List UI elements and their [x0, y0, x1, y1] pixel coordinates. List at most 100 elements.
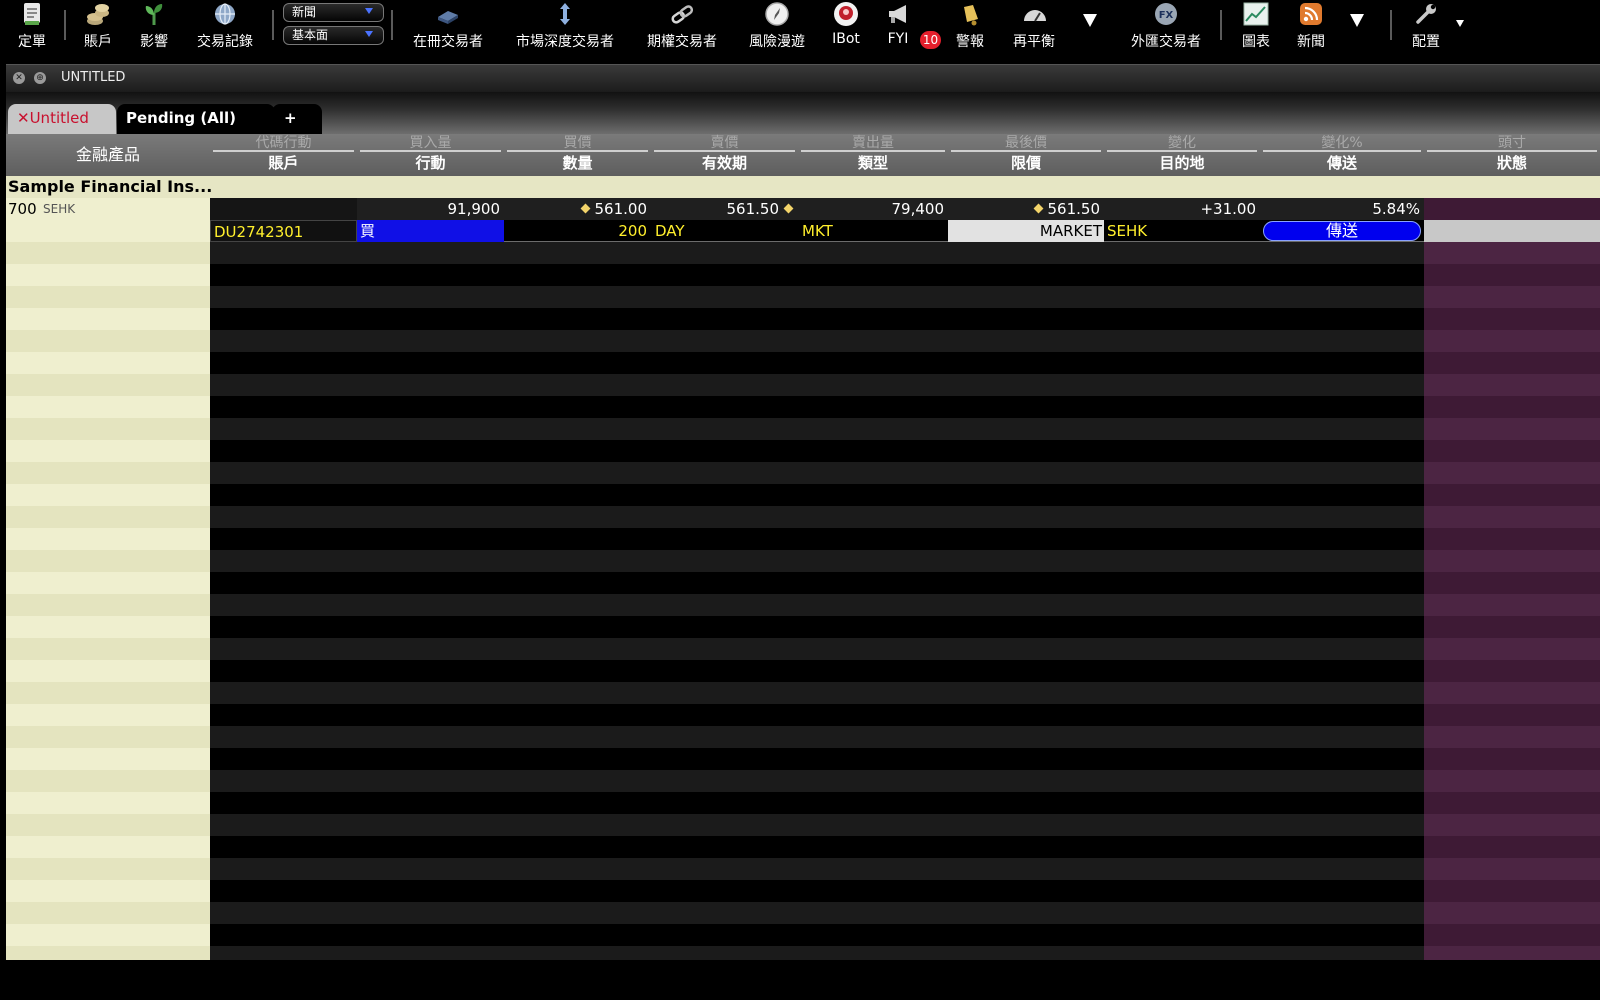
up-down-arrows-icon	[552, 1, 578, 27]
bid-value: 561.00	[594, 200, 648, 218]
account-label: 賬戶	[84, 34, 112, 50]
limit-price-field[interactable]: MARKET	[948, 220, 1104, 242]
option-trader-label: 期權交易者	[647, 34, 717, 50]
rebalance-button[interactable]: 再平衡	[1008, 0, 1060, 52]
risk-navigator-button[interactable]: 風險漫遊	[744, 0, 810, 52]
column-header-status[interactable]: 頭寸 狀態	[1424, 134, 1600, 176]
destination-select[interactable]: SEHK	[1104, 220, 1260, 242]
quote-row[interactable]: 700 SEHK 91,900 561.00 561.50 79,400 561…	[6, 198, 1600, 220]
last-value: 561.50	[1047, 200, 1101, 218]
ibot-button[interactable]: IBot	[826, 0, 866, 52]
charts-button[interactable]: 圖表	[1238, 0, 1274, 52]
book-trader-button[interactable]: 在冊交易者	[408, 0, 488, 52]
ask-value: 561.50	[726, 200, 780, 218]
fyi-count-badge: 10	[920, 31, 941, 49]
depth-trader-button[interactable]: 市場深度交易者	[510, 0, 620, 52]
status-bar	[0, 960, 1600, 1000]
bid-cell: 561.00	[504, 198, 651, 220]
fx-trader-button[interactable]: FX 外匯交易者	[1126, 0, 1206, 52]
column-header-limit[interactable]: 最後價 限價	[948, 134, 1104, 176]
column-header-bottom: 限價	[1010, 154, 1041, 172]
order-entry-button[interactable]: 定單	[14, 0, 50, 52]
action-select[interactable]: 買	[357, 220, 504, 242]
risk-navigator-label: 風險漫遊	[749, 34, 805, 50]
configure-dropdown-icon[interactable]	[1456, 20, 1464, 27]
column-header-tif[interactable]: 賣價 有效期	[651, 134, 798, 176]
tab-pending[interactable]: Pending (All)	[117, 104, 275, 134]
trade-log-button[interactable]: 交易記錄	[192, 0, 258, 52]
impact-label: 影響	[140, 34, 168, 50]
group-header-row[interactable]: Sample Financial Ins...	[6, 176, 1600, 198]
chevron-down-icon	[365, 8, 373, 14]
plus-icon: +	[284, 109, 297, 127]
toolbar-divider	[391, 10, 393, 40]
column-header-top: 頭寸	[1427, 134, 1597, 152]
news-label: 新聞	[1297, 34, 1325, 50]
rebalance-label: 再平衡	[1013, 34, 1055, 50]
configure-button[interactable]: 配置	[1408, 0, 1444, 52]
detach-window-icon[interactable]: ⊕	[34, 72, 46, 84]
toolbar-divider	[64, 10, 66, 40]
window-title-bar: ✕ ⊕ UNTITLED	[6, 64, 1600, 92]
quantity-field[interactable]: 200	[504, 220, 651, 242]
news-select[interactable]: 新聞	[283, 3, 384, 22]
column-header-account[interactable]: 代碼行動 賬戶	[210, 134, 357, 176]
add-tab-button[interactable]: +	[272, 104, 322, 134]
fyi-button[interactable]: FYI	[880, 0, 916, 52]
tif-select[interactable]: DAY	[651, 220, 798, 242]
column-header-top: 變化%	[1263, 134, 1421, 152]
column-header-transmit[interactable]: 變化% 傳送	[1260, 134, 1424, 176]
column-header-top: 變化	[1107, 134, 1257, 152]
more-tools-dropdown-icon[interactable]	[1083, 14, 1097, 27]
grid-striped-rows	[210, 176, 1424, 960]
product-cell[interactable]: 700 SEHK	[6, 198, 210, 220]
window-title: UNTITLED	[61, 70, 126, 85]
fundamentals-select[interactable]: 基本面	[283, 26, 384, 45]
order-type-select[interactable]: MKT	[798, 220, 948, 242]
order-product-cell	[6, 220, 210, 242]
column-header-destination[interactable]: 變化 目的地	[1104, 134, 1260, 176]
impact-button[interactable]: 影響	[136, 0, 172, 52]
tab-pending-label: Pending (All)	[126, 109, 236, 127]
toolbar-divider	[272, 10, 274, 40]
configure-label: 配置	[1412, 34, 1440, 50]
change-cell: +31.00	[1104, 198, 1260, 220]
order-row[interactable]: DU2742301 買 200 DAY MKT MARKET SEHK 傳送	[6, 220, 1600, 242]
account-field[interactable]: DU2742301	[210, 220, 357, 242]
book-icon	[435, 1, 461, 27]
charts-label: 圖表	[1242, 34, 1270, 50]
bid-size-cell: 91,900	[357, 198, 504, 220]
order-status-cell	[1424, 220, 1600, 242]
tab-untitled[interactable]: ✕Untitled	[8, 104, 116, 134]
column-header-top: 賣出量	[801, 134, 945, 152]
fx-trader-label: 外匯交易者	[1131, 34, 1201, 50]
toolbar-divider	[1220, 10, 1222, 40]
fyi-label: FYI	[887, 31, 909, 47]
column-header-type[interactable]: 賣出量 類型	[798, 134, 948, 176]
exchange: SEHK	[43, 202, 76, 216]
tab-close-icon[interactable]: ✕	[17, 109, 30, 127]
order-grid[interactable]: Sample Financial Ins... 700 SEHK 91,900 …	[6, 176, 1600, 960]
order-ticket-icon	[19, 1, 45, 27]
column-header-top: 買入量	[360, 134, 501, 152]
depth-trader-label: 市場深度交易者	[516, 34, 614, 50]
status-column-background	[1424, 176, 1600, 960]
column-header-product[interactable]: 金融產品	[6, 134, 210, 176]
globe-icon	[212, 1, 238, 27]
news-button[interactable]: 新聞	[1293, 0, 1329, 52]
alerts-button[interactable]: 警報	[952, 0, 988, 52]
option-trader-button[interactable]: 期權交易者	[642, 0, 722, 52]
column-header-top: 買價	[507, 134, 648, 152]
column-header-action[interactable]: 買入量 行動	[357, 134, 504, 176]
transmit-button[interactable]: 傳送	[1263, 221, 1421, 241]
column-header-bottom: 有效期	[701, 154, 747, 172]
column-header-top: 賣價	[654, 134, 795, 152]
close-icon[interactable]: ✕	[13, 72, 25, 84]
column-header-top: 代碼行動	[213, 134, 354, 152]
column-header-quantity[interactable]: 買價 數量	[504, 134, 651, 176]
more-panels-dropdown-icon[interactable]	[1350, 14, 1364, 27]
column-header-bottom: 狀態	[1496, 154, 1527, 172]
bid-tick-icon	[580, 203, 590, 214]
account-button[interactable]: 賬戶	[80, 0, 116, 52]
alerts-label: 警報	[956, 34, 984, 50]
